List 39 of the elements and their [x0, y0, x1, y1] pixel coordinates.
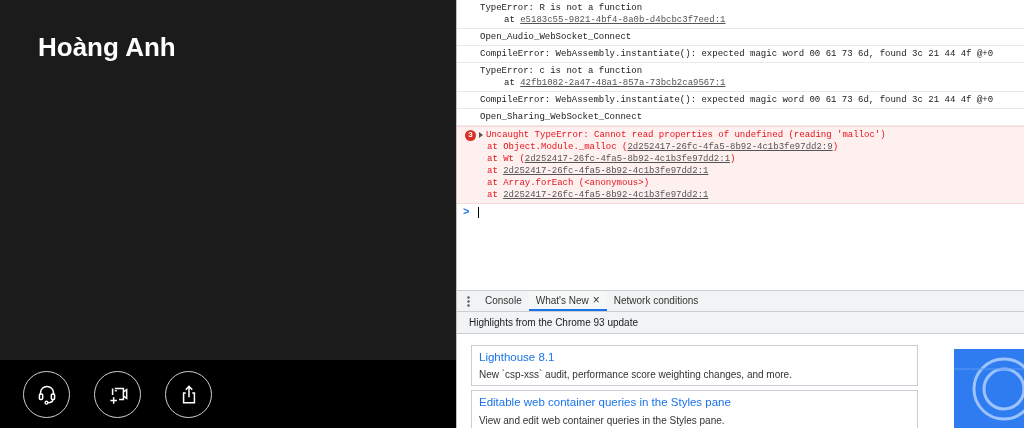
stack-frame-text: at Object.Module._malloc (: [487, 141, 628, 153]
stack-frame-text: ): [730, 153, 736, 165]
stack-frame-text: at Wt (: [487, 153, 525, 165]
message-text: TypeError: R is not a function: [480, 2, 643, 14]
drawer-tab[interactable]: Network conditions: [606, 291, 706, 311]
message-text: TypeError: c is not a function: [480, 65, 643, 77]
prompt-caret: >: [463, 204, 470, 220]
feature-description: View and edit web container queries in the Styles pane.: [479, 413, 725, 428]
expand-triangle-icon[interactable]: [479, 132, 483, 138]
message-text: CompileError: WebAssembly.instantiate(): expected magic word 00 61 73 6d, found 3c 21 44 4f @+0: [480, 94, 994, 106]
more-options-icon[interactable]: [467, 295, 470, 307]
source-link[interactable]: 2d252417-26fc-4fa5-8b92-4c1b3fe97dd2:1: [503, 165, 709, 177]
drawer-heading: Highlights from the Chrome 93 update: [457, 312, 1024, 334]
stack-frame-text: at: [504, 14, 516, 26]
source-link[interactable]: 2d252417-26fc-4fa5-8b92-4c1b3fe97dd2:1: [524, 153, 731, 165]
close-tab-icon[interactable]: ×: [592, 294, 600, 306]
drawer-tab[interactable]: Console: [478, 291, 529, 311]
caller-name: Hoàng Anh: [38, 31, 176, 64]
text-cursor: [477, 206, 479, 218]
stack-frame-text: at: [504, 77, 516, 89]
source-link[interactable]: e5183c55-9821-4bf4-8a0b-d4bcbc3f7eed:1: [520, 14, 726, 26]
message-text: Open_Sharing_WebSocket_Connect: [480, 111, 643, 123]
message-text: Open_Audio_WebSocket_Connect: [480, 31, 632, 43]
stack-frame-text: at Array.forEach (<anonymous>): [487, 177, 650, 189]
source-link[interactable]: 42fb1082-2a47-48a1-857a-73bcb2ca9567:1: [520, 77, 726, 89]
feature-card[interactable]: Lighthouse 8.1 New `csp-xss` audit, performance score weighting changes, and more.: [471, 345, 918, 387]
message-text: Uncaught TypeError: Cannot read properties of undefined (reading 'malloc'): [486, 129, 886, 141]
error-count-badge: 3: [465, 129, 476, 141]
message-text: CompileError: WebAssembly.instantiate(): expected magic word 00 61 73 6d, found 3c 21 44 4f @+0: [480, 48, 994, 60]
feature-title-link[interactable]: Lighthouse 8.1: [479, 349, 555, 367]
feature-title-link[interactable]: Editable web container queries in the Styles pane: [479, 394, 731, 412]
feature-description: New `csp-xss` audit, performance score weighting changes, and more.: [479, 368, 792, 383]
source-link[interactable]: 2d252417-26fc-4fa5-8b92-4c1b3fe97dd2:1: [503, 189, 709, 201]
drawer-tab[interactable]: What's New ×: [528, 291, 607, 311]
stack-frame-text: at: [487, 165, 499, 177]
stack-frame-text: ): [832, 141, 839, 153]
source-link[interactable]: 2d252417-26fc-4fa5-8b92-4c1b3fe97dd2:9: [627, 141, 833, 153]
feature-card[interactable]: Editable web container queries in the Styles pane View and edit web container queries in the Styles pane.: [471, 390, 918, 428]
stack-frame-text: at: [487, 189, 499, 201]
